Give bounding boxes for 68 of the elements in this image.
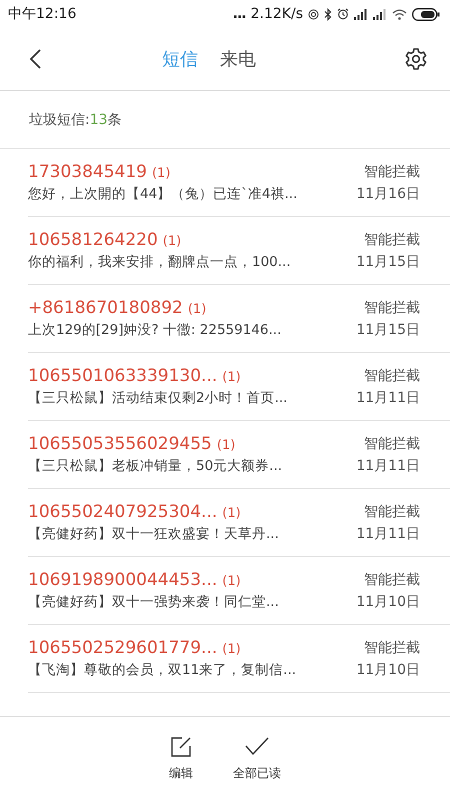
- block-tag: 智能拦截: [364, 162, 420, 180]
- tab[interactable]: 来电: [220, 47, 256, 71]
- summary-unit: 条: [108, 110, 122, 128]
- message-date: 11月15日: [356, 320, 420, 338]
- toolbar-button[interactable]: 全部已读: [233, 737, 281, 783]
- message-date: 11月10日: [356, 660, 420, 678]
- message-preview: 【亮健好药】双十一强势来袭！同仁堂...: [28, 593, 279, 611]
- bluetooth-icon: [324, 8, 332, 20]
- message-preview: 您好，上次開的【44】（兔）已连`准4祺...: [28, 185, 298, 203]
- status-dots: ...: [232, 6, 246, 22]
- message-preview: 【亮健好药】双十一狂欢盛宴！天草丹...: [28, 525, 279, 543]
- check-icon: [245, 737, 269, 757]
- message-count: (1): [216, 438, 236, 453]
- edit-icon: [171, 737, 191, 757]
- message-date: 11月11日: [356, 524, 420, 542]
- back-button[interactable]: [28, 48, 42, 70]
- block-tag: 智能拦截: [364, 434, 420, 452]
- message-count: (1): [222, 642, 241, 657]
- wifi-icon: [392, 8, 407, 20]
- sender-number: 10655053556029455: [28, 434, 212, 454]
- sender-number: +8618670180892: [28, 298, 183, 318]
- message-preview: 【三只松鼠】老板冲销量，50元大额券...: [28, 457, 282, 475]
- toolbar-button[interactable]: 编辑: [169, 737, 193, 783]
- message-item[interactable]: 1069198900044453... (1) 【亮健好药】双十一强势来袭！同仁堂... 智能拦截 11月10日: [28, 557, 450, 625]
- message-item[interactable]: 1065501063339130... (1) 【三只松鼠】活动结束仅剩2小时！首页... 智能拦截 11月11日: [28, 353, 450, 421]
- message-item[interactable]: 1065502407925304... (1) 【亮健好药】双十一狂欢盛宴！天草丹... 智能拦截 11月11日: [28, 489, 450, 557]
- message-count: (1): [222, 370, 241, 385]
- message-count: (1): [152, 166, 170, 181]
- block-tag: 智能拦截: [364, 638, 420, 656]
- battery-icon: [412, 8, 440, 20]
- settings-button[interactable]: [404, 47, 428, 71]
- message-date: 11月15日: [356, 252, 420, 270]
- block-tag: 智能拦截: [364, 366, 420, 384]
- message-count: (1): [188, 302, 206, 317]
- signal-icon: [354, 8, 368, 20]
- message-date: 11月11日: [356, 388, 420, 406]
- message-preview: 【三只松鼠】活动结束仅剩2小时！首页...: [28, 389, 288, 407]
- message-item[interactable]: 106581264220 (1) 你的福利，我来安排，翻牌点一点，100... 智能拦截 11月15日: [28, 217, 450, 285]
- message-item[interactable]: 10655053556029455 (1) 【三只松鼠】老板冲销量，50元大额券... 智能拦截 11月11日: [28, 421, 450, 489]
- message-date: 11月10日: [356, 592, 420, 610]
- message-count: (1): [222, 506, 241, 521]
- summary-label: 垃圾短信:: [29, 110, 90, 128]
- block-tag: 智能拦截: [364, 570, 420, 588]
- sender-number: 106581264220: [28, 230, 158, 250]
- signal-icon: [373, 8, 387, 20]
- message-count: (1): [222, 574, 241, 589]
- message-date: 11月11日: [356, 456, 420, 474]
- sender-number: 1069198900044453...: [28, 570, 218, 590]
- block-tag: 智能拦截: [364, 298, 420, 316]
- message-preview: 【飞淘】尊敬的会员，双11来了，复制信...: [28, 661, 296, 679]
- sender-number: 17303845419: [28, 162, 147, 182]
- sender-number: 1065502529601779...: [28, 638, 218, 658]
- message-count: (1): [162, 234, 182, 249]
- message-item[interactable]: +8618670180892 (1) 上次129的[29]妕没? 十徾: 22559146... 智能拦截 11月15日: [28, 285, 450, 353]
- block-tag: 智能拦截: [364, 230, 420, 248]
- alarm-icon: [337, 8, 349, 20]
- message-date: 11月16日: [356, 184, 420, 202]
- message-item[interactable]: 17303845419 (1) 您好，上次開的【44】（兔）已连`准4祺... 智能拦截 11月16日: [28, 149, 450, 217]
- status-time: 中午12:16: [8, 5, 76, 23]
- sender-number: 1065501063339130...: [28, 366, 218, 386]
- network-speed: 2.12K/s: [250, 6, 303, 22]
- message-preview: 上次129的[29]妕没? 十徾: 22559146...: [28, 321, 282, 339]
- message-preview: 你的福利，我来安排，翻牌点一点，100...: [28, 253, 291, 271]
- block-tag: 智能拦截: [364, 502, 420, 520]
- sender-number: 1065502407925304...: [28, 502, 218, 522]
- message-item[interactable]: 1065502529601779... (1) 【飞淘】尊敬的会员，双11来了，复制信... 智能拦截 11月10日: [28, 625, 450, 693]
- hotspot-icon: [308, 8, 319, 20]
- spam-count: 13: [90, 112, 108, 128]
